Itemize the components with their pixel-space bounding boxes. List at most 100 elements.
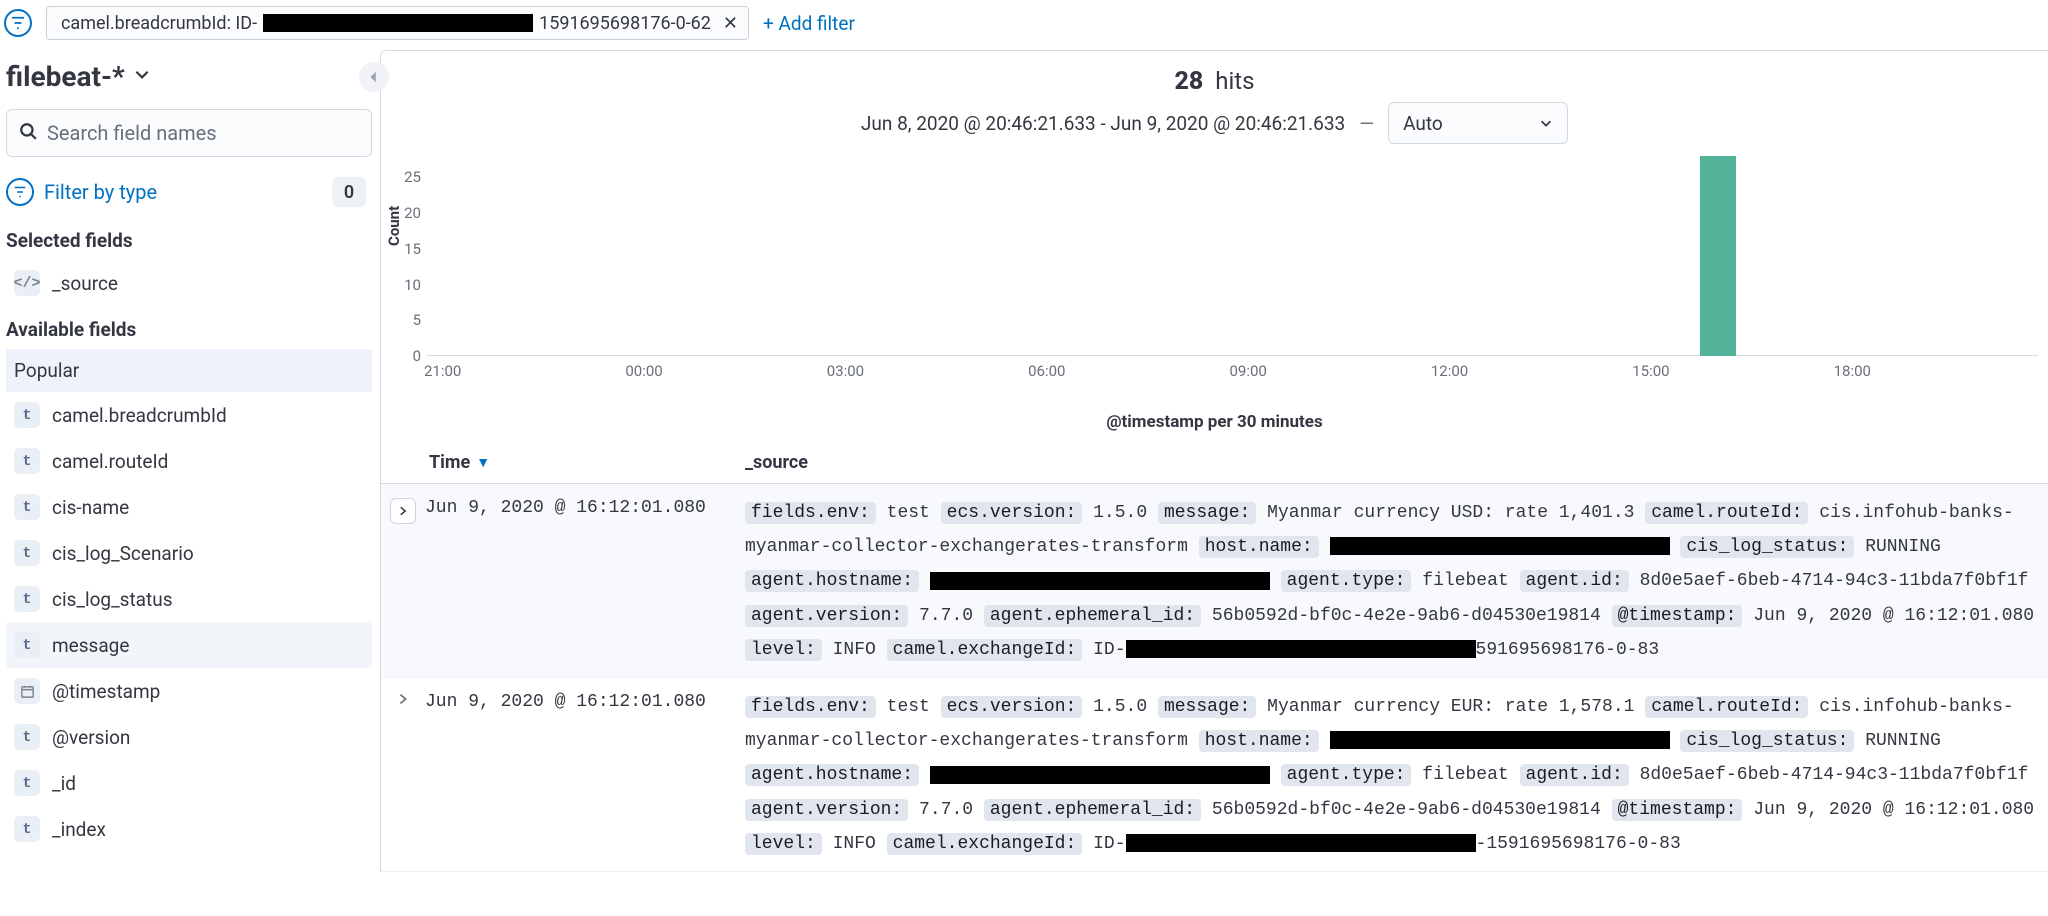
y-tick: 20 [387,204,421,222]
row-timestamp: Jun 9, 2020 @ 16:12:01.080 [425,496,745,667]
header-time[interactable]: Time ▼ [425,452,745,473]
field-name: camel.breadcrumbId [52,404,227,427]
text-type-icon: t [14,540,40,566]
source-type-icon: </> [14,270,40,296]
field-name: _source [52,272,118,295]
y-tick: 5 [387,311,421,329]
text-type-icon: t [14,632,40,658]
source-key: message: [1158,696,1256,718]
field-item-camel-routeid[interactable]: tcamel.routeId [6,438,372,484]
source-key: host.name: [1199,536,1319,558]
redacted-value [930,766,1270,784]
filter-pill-breadcrumb[interactable]: camel.breadcrumbId: ID- 1591695698176-0-… [46,6,749,40]
x-tick: 00:00 [625,362,662,380]
popular-heading: Popular [6,349,372,392]
field-item-cis-name[interactable]: tcis-name [6,484,372,530]
search-icon [19,121,37,145]
source-key: agent.hostname: [745,764,919,786]
source-key: ecs.version: [941,502,1083,524]
histogram-interval-select[interactable]: Auto [1388,102,1568,144]
filter-pill-remove-icon[interactable]: ✕ [717,13,738,34]
search-field-names-input[interactable]: Search field names [6,109,372,157]
field-item-message[interactable]: t message [6,622,372,668]
results-table-header: Time ▼ _source [381,442,2048,484]
x-axis-label: @timestamp per 30 minutes [381,406,2048,442]
x-tick: 21:00 [424,362,461,380]
y-tick: 0 [387,347,421,365]
filter-bar: camel.breadcrumbId: ID- 1591695698176-0-… [0,0,2048,50]
text-type-icon: t [14,402,40,428]
histogram-chart[interactable]: Count 0510152025 21:0000:0003:0006:0009:… [381,156,2048,406]
hits-header: 28 hits [381,67,2048,102]
interval-selected: Auto [1403,112,1443,135]
field-item--timestamp[interactable]: @timestamp [6,668,372,714]
field-item--source[interactable]: </> _source [6,260,372,306]
redacted-value [1126,640,1476,658]
filter-pill-text-prefix: camel.breadcrumbId: ID- [61,13,257,34]
table-row: Jun 9, 2020 @ 16:12:01.080fields.env: te… [381,484,2048,678]
field-item-cis-log-scenario[interactable]: t cis_log_Scenario [6,530,372,576]
histogram-bar[interactable] [1700,156,1736,356]
source-key: agent.ephemeral_id: [984,799,1201,821]
chevron-down-icon [133,65,151,88]
filter-by-type-row[interactable]: Filter by type 0 [6,167,372,217]
y-tick: 15 [387,240,421,258]
source-key: @timestamp: [1612,605,1743,627]
filter-pill-text-suffix: 1591695698176-0-62 [539,13,711,34]
source-key: agent.type: [1281,764,1412,786]
row-source: fields.env: test ecs.version: 1.5.0 mess… [745,496,2048,667]
x-tick: 18:00 [1834,362,1871,380]
field-item--id[interactable]: t_id [6,760,372,806]
source-key: message: [1158,502,1256,524]
source-key: @timestamp: [1612,799,1743,821]
field-item-cis-log-status[interactable]: tcis_log_status [6,576,372,622]
collapse-sidebar-button[interactable] [359,62,389,92]
y-tick: 25 [387,168,421,186]
filter-icon [6,178,34,206]
filter-pill-redacted [263,14,533,32]
source-key: level: [745,639,822,661]
row-source: fields.env: test ecs.version: 1.5.0 mess… [745,690,2048,861]
field-item-camel-breadcrumbid[interactable]: t camel.breadcrumbId [6,392,372,438]
table-row: Jun 9, 2020 @ 16:12:01.080fields.env: te… [381,678,2048,872]
sort-desc-icon: ▼ [476,454,490,471]
expand-row-button[interactable] [390,498,416,524]
field-name: @version [52,726,130,749]
field-name: message [52,634,129,657]
hits-count: 28 [1174,67,1203,96]
index-pattern-selector[interactable]: filebeat-* [6,54,372,103]
field-name: _id [52,772,76,795]
expand-row-button[interactable] [396,692,410,861]
source-key: cis_log_status: [1680,730,1854,752]
field-item--index[interactable]: t_index [6,806,372,852]
calendar-type-icon [14,678,40,704]
source-key: ecs.version: [941,696,1083,718]
text-type-icon: t [14,494,40,520]
x-tick: 15:00 [1632,362,1669,380]
field-name: cis_log_Scenario [52,542,194,565]
source-key: camel.routeId: [1645,502,1808,524]
change-all-filters-button[interactable] [4,9,32,37]
selected-fields-title: Selected fields [6,217,372,260]
x-tick: 12:00 [1431,362,1468,380]
source-key: host.name: [1199,730,1319,752]
y-tick: 10 [387,276,421,294]
fields-sidebar: filebeat-* Search field names Filter by … [0,50,380,872]
redacted-value [930,572,1270,590]
filter-type-count-badge: 0 [332,177,366,207]
time-range-text: Jun 8, 2020 @ 20:46:21.633 - Jun 9, 2020… [861,112,1345,135]
text-type-icon: t [14,724,40,750]
header-source[interactable]: _source [745,452,2048,473]
x-tick: 09:00 [1229,362,1266,380]
source-key: agent.id: [1520,764,1629,786]
chevron-down-icon [1539,112,1553,135]
source-key: agent.ephemeral_id: [984,605,1201,627]
row-timestamp: Jun 9, 2020 @ 16:12:01.080 [425,690,745,861]
field-name: cis_log_status [52,588,173,611]
field-item--version[interactable]: t @version [6,714,372,760]
filter-by-type-label: Filter by type [44,180,157,204]
add-filter-link[interactable]: + Add filter [763,12,855,35]
field-name: _index [52,818,106,841]
redacted-value [1126,834,1476,852]
source-key: agent.hostname: [745,570,919,592]
